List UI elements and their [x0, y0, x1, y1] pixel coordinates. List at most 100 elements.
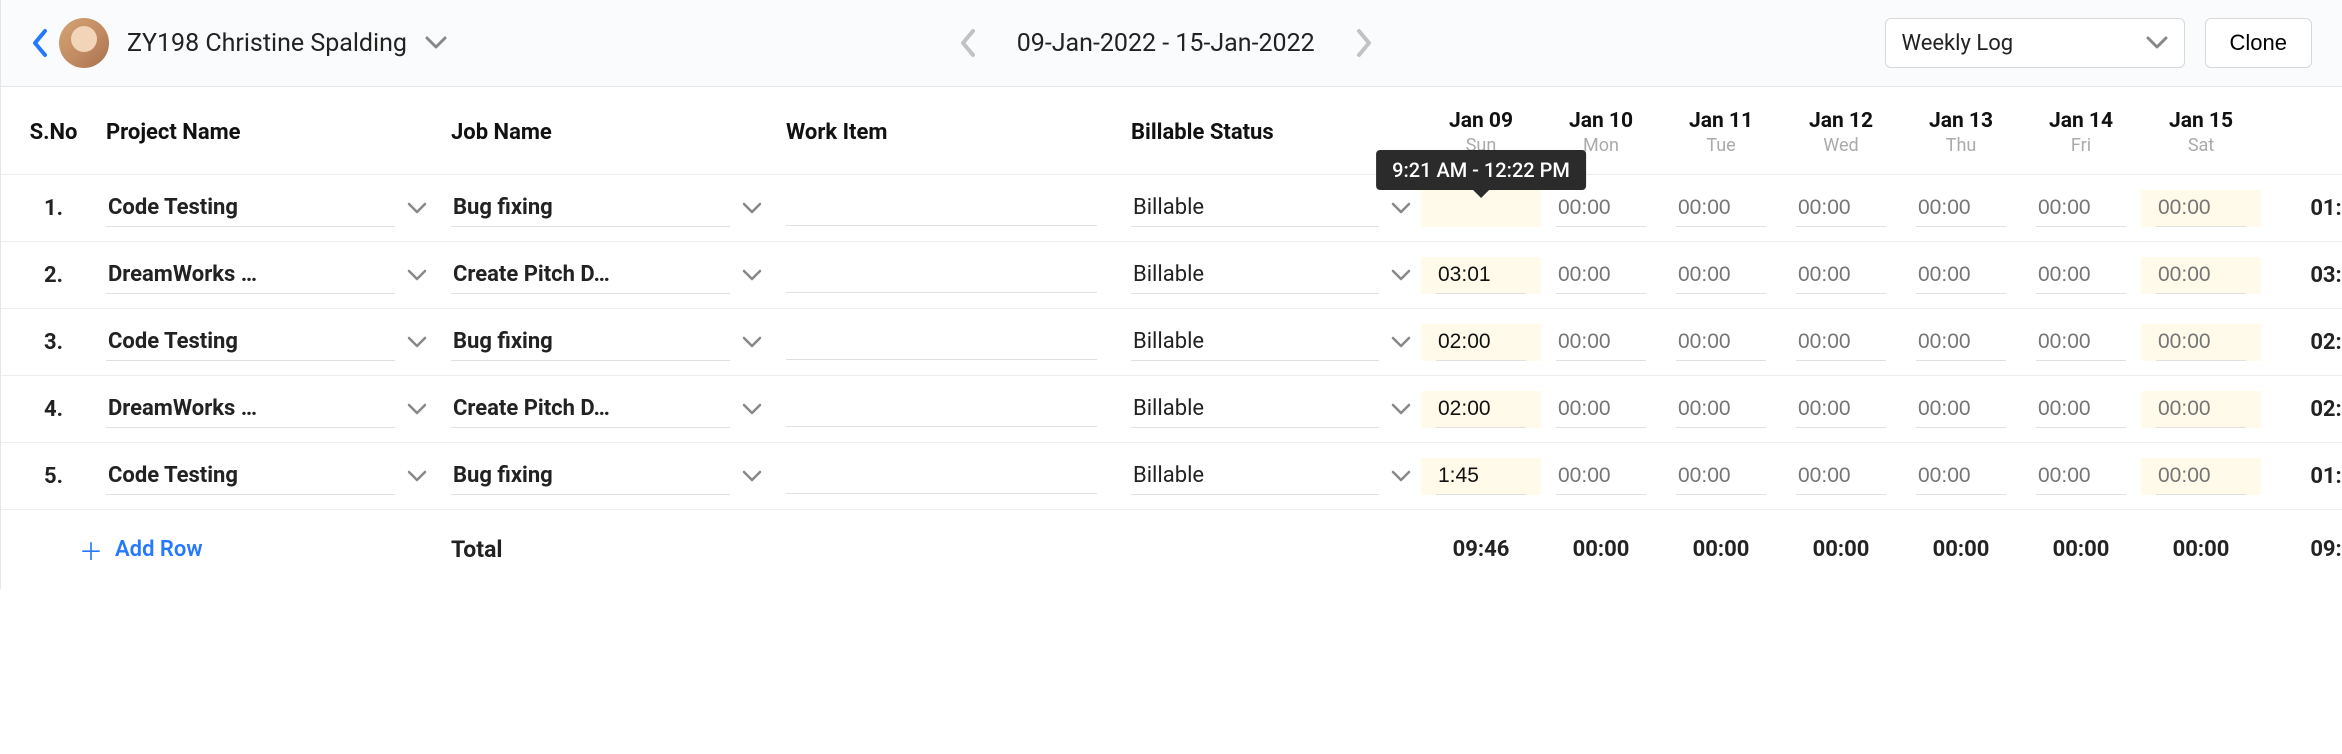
- add-row-button[interactable]: ＋ Add Row: [1, 532, 451, 567]
- hours-input[interactable]: [1436, 391, 1526, 428]
- hours-input[interactable]: [1436, 324, 1526, 361]
- hours-input[interactable]: [1796, 391, 1886, 428]
- hours-input[interactable]: [1796, 324, 1886, 361]
- hours-input[interactable]: [1676, 257, 1766, 294]
- chevron-down-icon[interactable]: [407, 470, 427, 482]
- billable-combo[interactable]: Billable: [1131, 189, 1421, 227]
- chevron-down-icon[interactable]: [742, 403, 762, 415]
- billable-combo[interactable]: Billable: [1131, 457, 1421, 495]
- project-combo[interactable]: Code Testing: [106, 457, 451, 495]
- hours-input[interactable]: [2036, 324, 2126, 361]
- workitem-input[interactable]: [786, 257, 1097, 293]
- project-input[interactable]: DreamWorks …: [106, 256, 395, 294]
- chevron-down-icon[interactable]: [1391, 269, 1411, 281]
- job-input[interactable]: Bug fixing: [451, 457, 730, 495]
- col-project: Project Name: [106, 120, 241, 145]
- job-combo[interactable]: Create Pitch D…: [451, 256, 786, 294]
- day-cell: [1421, 324, 1541, 361]
- billable-value[interactable]: Billable: [1131, 457, 1379, 495]
- chevron-down-icon[interactable]: [1391, 470, 1411, 482]
- hours-input[interactable]: [1556, 458, 1646, 495]
- chevron-down-icon[interactable]: [407, 336, 427, 348]
- hours-input[interactable]: [2036, 458, 2126, 495]
- hours-input[interactable]: [1916, 458, 2006, 495]
- job-input[interactable]: Create Pitch D…: [451, 390, 730, 428]
- hours-input[interactable]: [1796, 458, 1886, 495]
- day-cell: [1781, 190, 1901, 227]
- chevron-down-icon[interactable]: [742, 269, 762, 281]
- hours-input[interactable]: [1556, 391, 1646, 428]
- workitem-input[interactable]: [786, 324, 1097, 360]
- hours-input[interactable]: [1916, 190, 2006, 227]
- hours-input[interactable]: [2156, 324, 2246, 361]
- hours-input[interactable]: [1916, 257, 2006, 294]
- job-input[interactable]: Bug fixing: [451, 189, 730, 227]
- job-combo[interactable]: Bug fixing: [451, 189, 786, 227]
- project-combo[interactable]: Code Testing: [106, 323, 451, 361]
- hours-input[interactable]: [1556, 257, 1646, 294]
- hours-input[interactable]: [1676, 190, 1766, 227]
- chevron-down-icon[interactable]: [407, 269, 427, 281]
- hours-input[interactable]: [1676, 458, 1766, 495]
- hours-input[interactable]: [1796, 190, 1886, 227]
- job-combo[interactable]: Bug fixing: [451, 457, 786, 495]
- hours-input[interactable]: [2156, 458, 2246, 495]
- user-dropdown-icon[interactable]: [425, 36, 447, 50]
- billable-combo[interactable]: Billable: [1131, 256, 1421, 294]
- time-range-tooltip: 9:21 AM - 12:22 PM: [1376, 150, 1586, 190]
- hours-input[interactable]: [2036, 257, 2126, 294]
- back-icon[interactable]: [31, 28, 59, 58]
- log-type-select[interactable]: Weekly Log: [1885, 18, 2185, 68]
- day-cell: [1661, 391, 1781, 428]
- hours-input[interactable]: [1916, 324, 2006, 361]
- hours-input[interactable]: [1796, 257, 1886, 294]
- chevron-down-icon[interactable]: [407, 403, 427, 415]
- day-cell: [1661, 257, 1781, 294]
- hours-input[interactable]: [1436, 257, 1526, 294]
- next-week-icon[interactable]: [1355, 28, 1373, 58]
- billable-combo[interactable]: Billable: [1131, 323, 1421, 361]
- project-combo[interactable]: DreamWorks …: [106, 256, 451, 294]
- hours-input[interactable]: [1556, 324, 1646, 361]
- job-input[interactable]: Create Pitch D…: [451, 256, 730, 294]
- billable-value[interactable]: Billable: [1131, 323, 1379, 361]
- project-input[interactable]: Code Testing: [106, 189, 395, 227]
- billable-value[interactable]: Billable: [1131, 256, 1379, 294]
- chevron-down-icon[interactable]: [742, 336, 762, 348]
- hours-input[interactable]: [1916, 391, 2006, 428]
- hours-input[interactable]: [2156, 257, 2246, 294]
- billable-combo[interactable]: Billable: [1131, 390, 1421, 428]
- workitem-input[interactable]: [786, 458, 1097, 494]
- billable-value[interactable]: Billable: [1131, 189, 1379, 227]
- day-cell: [2021, 391, 2141, 428]
- project-input[interactable]: Code Testing: [106, 323, 395, 361]
- job-combo[interactable]: Bug fixing: [451, 323, 786, 361]
- hours-input[interactable]: [1676, 324, 1766, 361]
- day-dow: Sat: [2141, 135, 2261, 156]
- chevron-down-icon[interactable]: [742, 202, 762, 214]
- workitem-input[interactable]: [786, 190, 1097, 226]
- hours-input[interactable]: [2036, 190, 2126, 227]
- workitem-input[interactable]: [786, 391, 1097, 427]
- hours-input[interactable]: [2036, 391, 2126, 428]
- chevron-down-icon[interactable]: [1391, 336, 1411, 348]
- project-input[interactable]: DreamWorks …: [106, 390, 395, 428]
- hours-input[interactable]: [1676, 391, 1766, 428]
- hours-input[interactable]: [2156, 190, 2246, 227]
- chevron-down-icon[interactable]: [407, 202, 427, 214]
- chevron-down-icon[interactable]: [1391, 403, 1411, 415]
- project-combo[interactable]: DreamWorks …: [106, 390, 451, 428]
- job-combo[interactable]: Create Pitch D…: [451, 390, 786, 428]
- project-combo[interactable]: Code Testing: [106, 189, 451, 227]
- chevron-down-icon[interactable]: [1391, 202, 1411, 214]
- project-input[interactable]: Code Testing: [106, 457, 395, 495]
- hours-input[interactable]: [2156, 391, 2246, 428]
- date-range: 09-Jan-2022 - 15-Jan-2022: [1017, 29, 1315, 58]
- billable-value[interactable]: Billable: [1131, 390, 1379, 428]
- hours-input[interactable]: [1556, 190, 1646, 227]
- clone-button[interactable]: Clone: [2205, 18, 2312, 68]
- chevron-down-icon[interactable]: [742, 470, 762, 482]
- hours-input[interactable]: [1436, 458, 1526, 495]
- job-input[interactable]: Bug fixing: [451, 323, 730, 361]
- prev-week-icon[interactable]: [959, 28, 977, 58]
